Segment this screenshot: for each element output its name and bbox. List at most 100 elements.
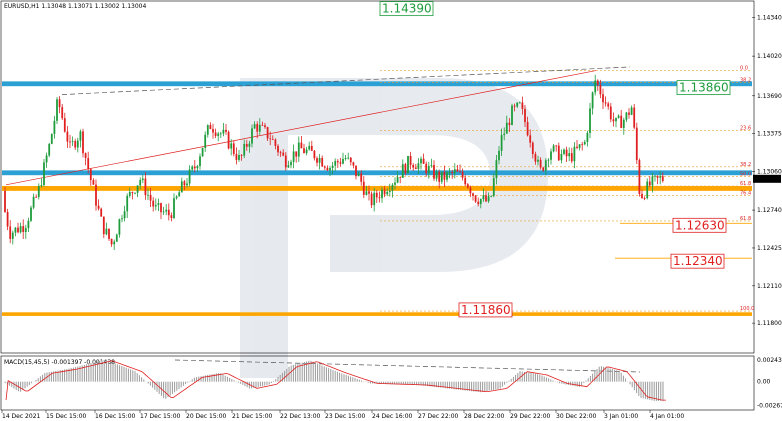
candle-body: [352, 162, 355, 166]
candle: [201, 147, 204, 157]
candle: [609, 103, 612, 123]
candle-body: [160, 203, 162, 213]
candle-body: [448, 172, 451, 173]
candle: [100, 207, 103, 217]
candle-body: [297, 142, 300, 157]
macd-y-tick-label: 0.002437: [757, 357, 782, 364]
candle: [453, 163, 456, 179]
candle: [373, 187, 376, 212]
candle-body: [446, 172, 448, 180]
candle: [438, 169, 441, 189]
candle: [583, 139, 586, 146]
x-tick-label: 15 Dec 15:00: [46, 413, 87, 420]
price-tag: 1.13004: [755, 176, 780, 183]
candle: [53, 115, 56, 139]
candle: [550, 148, 552, 165]
candle-body: [459, 171, 461, 173]
candle-body: [646, 181, 649, 199]
candle-body: [518, 102, 521, 104]
candle-body: [43, 162, 45, 185]
candle-body: [105, 228, 108, 235]
x-tick-label: 28 Dec 22:00: [464, 413, 505, 420]
candle: [162, 206, 165, 215]
candle-body: [45, 155, 48, 163]
candle-body: [591, 92, 594, 109]
candle: [461, 168, 464, 181]
candle-body: [136, 185, 139, 193]
candle-body: [438, 171, 441, 182]
candle-body: [622, 119, 625, 128]
candle: [63, 112, 66, 133]
candle: [646, 178, 649, 200]
candle: [635, 122, 638, 165]
candle: [87, 151, 90, 174]
candle-body: [461, 171, 464, 178]
candle: [58, 96, 61, 114]
candle-body: [214, 132, 217, 136]
candle-body: [388, 190, 391, 192]
candle: [407, 155, 409, 174]
candle-body: [578, 144, 581, 148]
candle: [66, 126, 69, 148]
candle: [134, 192, 136, 195]
candle-body: [643, 197, 646, 199]
candle-body: [583, 141, 586, 145]
candle: [336, 159, 339, 168]
candle-body: [50, 133, 53, 144]
candle-body: [537, 159, 539, 162]
candle-body: [313, 150, 316, 159]
candle-body: [635, 127, 638, 161]
macd-y-tick-label: -0.002675: [757, 402, 782, 409]
candle-body: [295, 151, 298, 157]
candle: [292, 144, 295, 169]
candle-body: [586, 132, 589, 142]
candle: [355, 165, 357, 180]
candle-body: [339, 162, 342, 164]
candle: [399, 177, 402, 184]
candle-body: [279, 152, 282, 154]
candle-body: [414, 167, 417, 169]
candle: [456, 164, 459, 172]
candle-body: [534, 153, 537, 162]
x-tick-label: 27 Dec 22:00: [418, 413, 459, 420]
candle-body: [53, 120, 56, 134]
candle: [6, 208, 9, 231]
y-tick-label: 1.12740: [757, 207, 782, 214]
candle-body: [219, 133, 222, 135]
candle-body: [266, 127, 269, 139]
candle-body: [175, 196, 178, 199]
candle: [232, 140, 235, 157]
candle: [89, 168, 92, 186]
candle-body: [173, 198, 175, 218]
candle-body: [66, 131, 69, 142]
candle-body: [79, 131, 82, 141]
candle-body: [310, 145, 313, 151]
candle: [290, 159, 292, 169]
candle-body: [516, 102, 519, 107]
candle-body: [492, 178, 495, 196]
watermark-logo: [240, 78, 548, 378]
candle: [654, 174, 656, 182]
candle: [628, 108, 630, 119]
candle-body: [303, 148, 305, 154]
candle-body: [274, 139, 277, 146]
candle-body: [487, 196, 490, 202]
candle-body: [230, 143, 233, 149]
candle: [14, 227, 17, 237]
candle-body: [32, 196, 35, 208]
candle-body: [539, 159, 542, 168]
x-tick-label: 17 Dec 15:00: [140, 413, 181, 420]
candle: [326, 165, 329, 172]
fibo-label: 61.8: [740, 181, 751, 187]
candle: [110, 238, 113, 247]
candle-body: [368, 191, 370, 194]
candle-body: [563, 149, 565, 154]
candle-body: [58, 99, 61, 108]
candle: [115, 233, 118, 242]
candle-body: [191, 166, 194, 170]
candle-body: [485, 195, 487, 202]
candle-body: [87, 158, 90, 170]
candle: [178, 190, 181, 197]
candle: [27, 217, 30, 233]
candle: [76, 137, 79, 153]
